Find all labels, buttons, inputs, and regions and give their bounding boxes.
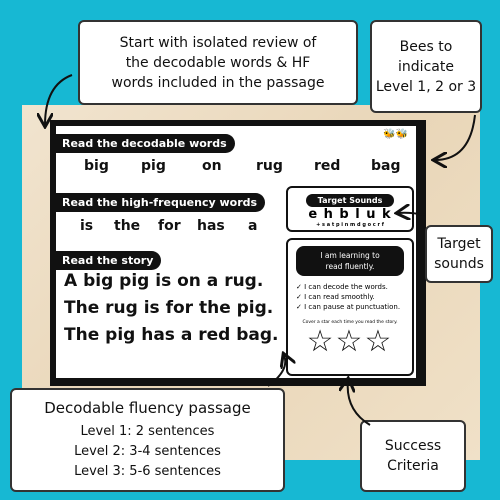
arrow-success	[348, 380, 371, 426]
arrows	[0, 74, 476, 426]
arrow-passage	[267, 355, 285, 387]
arrow-target	[398, 213, 426, 215]
arrow-bees	[435, 114, 476, 160]
arrow-review	[45, 74, 73, 125]
